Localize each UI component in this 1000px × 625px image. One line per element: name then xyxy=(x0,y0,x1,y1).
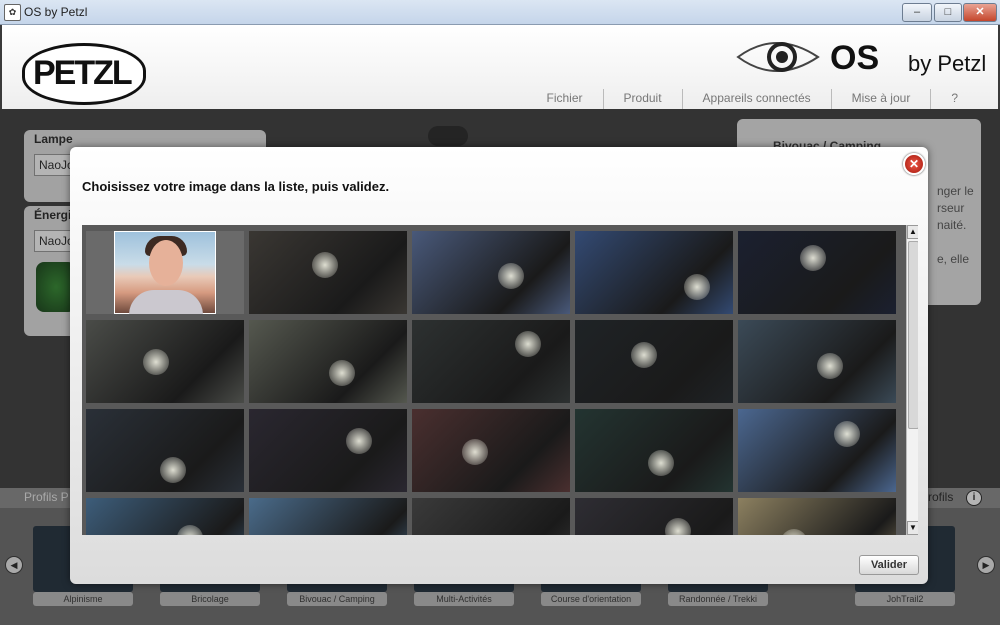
image-tile[interactable] xyxy=(738,409,896,492)
photo-thumbnail xyxy=(249,320,407,403)
image-tile[interactable] xyxy=(412,409,570,492)
os-logo: OS xyxy=(830,39,880,77)
menu-mise-a-jour[interactable]: Mise à jour xyxy=(830,89,931,109)
photo-thumbnail xyxy=(575,498,733,535)
photo-thumbnail xyxy=(249,498,407,535)
brand-text: PETZL xyxy=(33,54,133,92)
app-icon: ✿ xyxy=(4,4,21,21)
image-tile[interactable] xyxy=(249,320,407,403)
photo-thumbnail xyxy=(86,409,244,492)
headlamp-glow xyxy=(648,450,674,476)
photo-thumbnail xyxy=(412,320,570,403)
photo-thumbnail xyxy=(738,409,896,492)
photo-thumbnail xyxy=(86,498,244,535)
scroll-thumb[interactable] xyxy=(908,241,918,429)
headlamp-glow xyxy=(515,331,541,357)
os-by-text: by Petzl xyxy=(908,51,987,76)
petzl-logo: PETZL xyxy=(22,43,146,105)
dialog-title: Choisissez votre image dans la liste, pu… xyxy=(82,179,390,194)
photo-thumbnail xyxy=(249,231,407,314)
photo-thumbnail xyxy=(575,231,733,314)
validate-button[interactable]: Valider xyxy=(859,555,919,575)
photo-thumbnail xyxy=(738,498,896,535)
window-titlebar: ✿ OS by Petzl – □ ✕ xyxy=(0,0,1000,25)
close-window-button[interactable]: ✕ xyxy=(963,3,997,22)
headlamp-glow xyxy=(346,428,372,454)
face-shape xyxy=(149,240,183,286)
photo-thumbnail xyxy=(575,320,733,403)
image-tile[interactable] xyxy=(412,498,570,535)
headlamp-glow xyxy=(800,245,826,271)
app-header: PETZL OS by Petzl Fichier Produit Appare… xyxy=(2,25,998,109)
image-tile[interactable] xyxy=(86,409,244,492)
photo-thumbnail xyxy=(738,231,896,314)
headlamp-glow xyxy=(462,439,488,465)
headlamp-glow xyxy=(498,263,524,289)
scroll-down-button[interactable]: ▼ xyxy=(907,521,918,535)
headlamp-glow xyxy=(684,274,710,300)
dialog-close-button[interactable]: ✕ xyxy=(903,153,925,175)
minimize-button[interactable]: – xyxy=(902,3,932,22)
image-tile[interactable] xyxy=(575,320,733,403)
menu-help[interactable]: ? xyxy=(930,89,978,109)
vertical-scrollbar[interactable]: ▲ ▼ xyxy=(906,225,918,535)
photo-thumbnail xyxy=(412,409,570,492)
eye-logo-icon xyxy=(736,42,820,72)
photo-thumbnail xyxy=(575,409,733,492)
menu-fichier[interactable]: Fichier xyxy=(527,89,603,109)
portrait-photo xyxy=(114,231,216,314)
image-tile[interactable] xyxy=(575,231,733,314)
shoulders-shape xyxy=(129,290,203,314)
image-tile[interactable] xyxy=(412,231,570,314)
photo-thumbnail xyxy=(249,409,407,492)
menu-appareils-connectes[interactable]: Appareils connectés xyxy=(681,89,831,109)
image-tile[interactable] xyxy=(86,320,244,403)
image-tile[interactable] xyxy=(738,498,896,535)
photo-thumbnail xyxy=(412,498,570,535)
headlamp-glow xyxy=(834,421,860,447)
headlamp-glow xyxy=(312,252,338,278)
scroll-up-button[interactable]: ▲ xyxy=(907,225,918,239)
image-tile[interactable] xyxy=(412,320,570,403)
image-tile[interactable] xyxy=(249,498,407,535)
headlamp-glow xyxy=(329,360,355,386)
image-tile-selected[interactable] xyxy=(86,231,244,314)
image-tile[interactable] xyxy=(738,320,896,403)
headlamp-glow xyxy=(143,349,169,375)
image-picker-dialog: ✕ Choisissez votre image dans la liste, … xyxy=(70,147,928,584)
photo-thumbnail xyxy=(738,320,896,403)
image-tile[interactable] xyxy=(575,409,733,492)
menu-produit[interactable]: Produit xyxy=(602,89,682,109)
headlamp-glow xyxy=(631,342,657,368)
window-title: OS by Petzl xyxy=(24,5,88,19)
image-tile[interactable] xyxy=(575,498,733,535)
headlamp-glow xyxy=(665,518,691,535)
image-tile[interactable] xyxy=(86,498,244,535)
maximize-button[interactable]: □ xyxy=(934,3,962,22)
image-tile[interactable] xyxy=(249,231,407,314)
main-menu: Fichier Produit Appareils connectés Mise… xyxy=(527,89,979,109)
headlamp-glow xyxy=(177,525,203,535)
image-tile[interactable] xyxy=(738,231,896,314)
headlamp-glow xyxy=(781,529,807,535)
photo-thumbnail xyxy=(412,231,570,314)
photo-thumbnail xyxy=(86,320,244,403)
headlamp-glow xyxy=(817,353,843,379)
headlamp-glow xyxy=(160,457,186,483)
image-grid-frame: ▲ ▼ xyxy=(82,225,918,535)
image-tile[interactable] xyxy=(249,409,407,492)
